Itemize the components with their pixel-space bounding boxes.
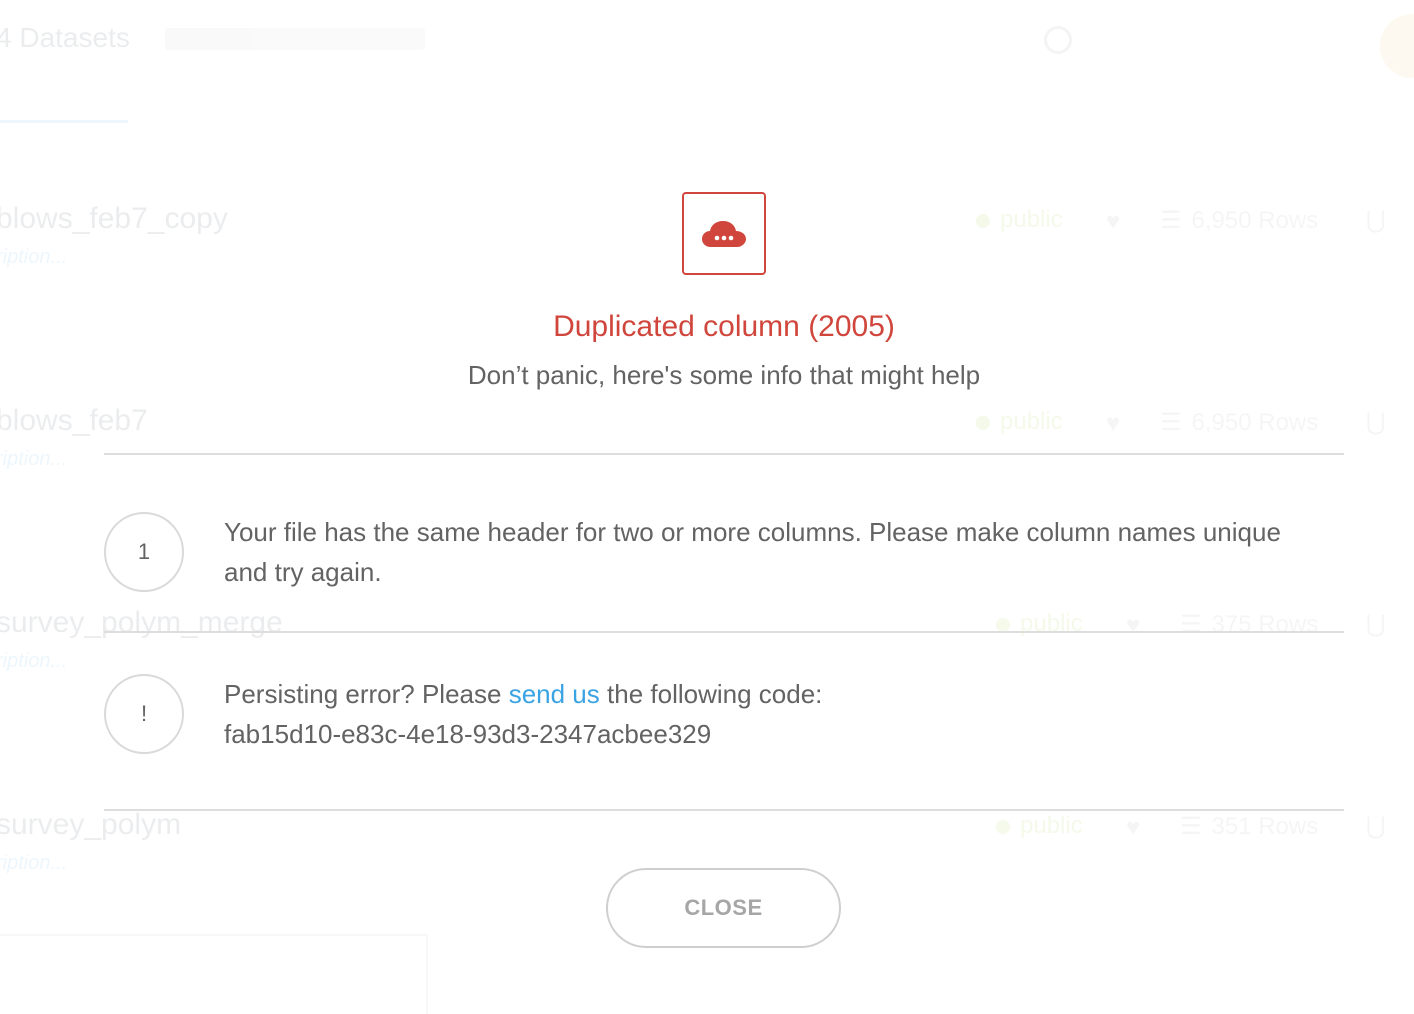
dialog-subtitle: Don’t panic, here's some info that might… [467,360,981,390]
persisting-error-text: Persisting error? Please [224,679,502,709]
step-number-badge: 1 [104,512,184,592]
step-instruction: Your file has the same header for two or… [224,517,1281,587]
error-dialog: Duplicated column (2005) Don’t panic, he… [0,0,1414,1006]
dialog-title: Duplicated column (2005) [553,310,895,343]
persisting-error-text-after: the following code: [607,679,823,709]
send-us-link[interactable]: send us [509,679,600,709]
close-button[interactable]: CLOSE [606,868,841,948]
divider [104,631,1344,633]
error-icon-frame [682,192,766,275]
error-code: fab15d10-e83c-4e18-93d3-2347acbee329 [224,719,712,749]
divider [104,453,1344,455]
persisting-error-message: Persisting error? Please send us the fol… [224,674,1284,754]
divider [104,809,1344,811]
persisting-error-badge: ! [104,674,184,754]
cloud-error-icon [702,220,746,248]
